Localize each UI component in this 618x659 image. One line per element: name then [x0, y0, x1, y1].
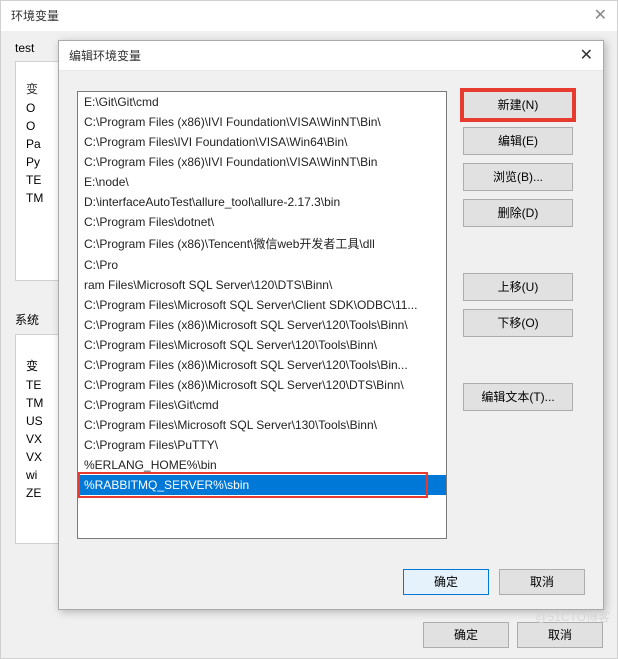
outer-ok-button[interactable]: 确定 — [423, 622, 509, 648]
list-item[interactable]: C:\Program Files\IVI Foundation\VISA\Win… — [78, 132, 446, 152]
list-item[interactable]: C:\Program Files\Git\cmd — [78, 395, 446, 415]
list-item[interactable]: C:\Program Files\Microsoft SQL Server\Cl… — [78, 295, 446, 315]
list-item-editing[interactable] — [78, 475, 446, 495]
inner-cancel-button[interactable]: 取消 — [499, 569, 585, 595]
list-item[interactable]: D:\interfaceAutoTest\allure_tool\allure-… — [78, 192, 446, 212]
edit-env-var-dialog: 编辑环境变量 ✕ E:\Git\Git\cmdC:\Program Files … — [58, 40, 604, 610]
delete-button[interactable]: 删除(D) — [463, 199, 573, 227]
list-item[interactable]: C:\Program Files (x86)\IVI Foundation\VI… — [78, 112, 446, 132]
list-item[interactable]: ram Files\Microsoft SQL Server\120\DTS\B… — [78, 275, 446, 295]
inner-ok-button[interactable]: 确定 — [403, 569, 489, 595]
list-item[interactable]: C:\Program Files (x86)\Microsoft SQL Ser… — [78, 315, 446, 335]
outer-close-icon[interactable]: ✕ — [594, 1, 607, 31]
path-listbox[interactable]: E:\Git\Git\cmdC:\Program Files (x86)\IVI… — [77, 91, 447, 539]
list-item[interactable]: %ERLANG_HOME%\bin — [78, 455, 446, 475]
list-item[interactable]: C:\Program Files\dotnet\ — [78, 212, 446, 232]
list-item[interactable]: C:\Program Files (x86)\Microsoft SQL Ser… — [78, 375, 446, 395]
list-item[interactable]: E:\node\ — [78, 172, 446, 192]
list-item[interactable]: C:\Program Files\PuTTY\ — [78, 435, 446, 455]
inner-titlebar: 编辑环境变量 ✕ — [59, 41, 603, 71]
move-up-button[interactable]: 上移(U) — [463, 273, 573, 301]
outer-titlebar: 环境变量 ✕ — [1, 1, 617, 31]
edit-text-button[interactable]: 编辑文本(T)... — [463, 383, 573, 411]
list-item[interactable]: C:\Program Files\Microsoft SQL Server\12… — [78, 335, 446, 355]
list-item[interactable]: C:\Program Files\Microsoft SQL Server\13… — [78, 415, 446, 435]
side-button-column: 新建(N) 编辑(E) 浏览(B)... 删除(D) 上移(U) 下移(O) 编… — [463, 91, 573, 553]
list-item[interactable]: C:\Program Files (x86)\IVI Foundation\VI… — [78, 152, 446, 172]
list-item[interactable]: C:\Pro — [78, 255, 446, 275]
inner-title-text: 编辑环境变量 — [69, 49, 141, 63]
list-item[interactable]: C:\Program Files (x86)\Tencent\微信web开发者工… — [78, 232, 446, 255]
new-button[interactable]: 新建(N) — [463, 91, 573, 119]
outer-title-text: 环境变量 — [11, 9, 59, 23]
move-down-button[interactable]: 下移(O) — [463, 309, 573, 337]
outer-cancel-button[interactable]: 取消 — [517, 622, 603, 648]
inner-close-icon[interactable]: ✕ — [580, 41, 593, 71]
list-item[interactable]: C:\Program Files (x86)\Microsoft SQL Ser… — [78, 355, 446, 375]
editing-input[interactable] — [78, 475, 446, 495]
list-item[interactable]: E:\Git\Git\cmd — [78, 92, 446, 112]
edit-button[interactable]: 编辑(E) — [463, 127, 573, 155]
browse-button[interactable]: 浏览(B)... — [463, 163, 573, 191]
